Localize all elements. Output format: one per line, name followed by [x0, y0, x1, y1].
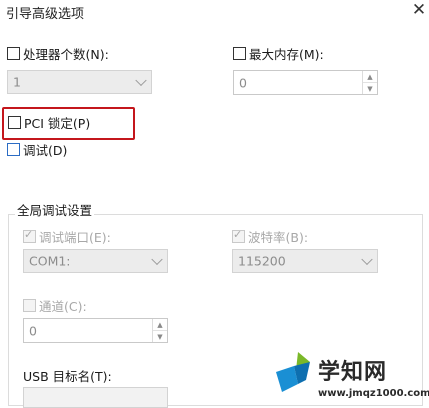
max-memory-label: 最大内存(M):: [249, 47, 324, 62]
watermark-url: www.jmqz1000.com: [318, 388, 429, 399]
processor-count-value: 1: [13, 74, 21, 90]
processor-count-label: 处理器个数(N):: [23, 47, 109, 62]
baud-rate-checkbox[interactable]: [232, 228, 245, 243]
global-debug-group-label: 全局调试设置: [15, 200, 95, 219]
baud-rate-select[interactable]: 115200: [232, 249, 378, 273]
debug-port-checkbox[interactable]: [23, 228, 36, 243]
stepper-down-icon[interactable]: ▼: [153, 329, 167, 343]
pci-lock-checkbox[interactable]: [8, 116, 21, 129]
window-title: 引导高级选项: [6, 7, 85, 22]
chevron-down-icon: [361, 253, 373, 266]
channel-value: 0: [29, 323, 37, 338]
watermark-leaf-icon: [276, 352, 310, 392]
processor-count-checkbox[interactable]: [7, 47, 20, 60]
close-icon[interactable]: ✕: [410, 1, 428, 19]
baud-rate-label: 波特率(B):: [248, 230, 309, 245]
debug-port-value: COM1:: [29, 253, 71, 269]
debug-label: 调试(D): [23, 143, 68, 158]
chevron-down-icon: [151, 253, 163, 266]
max-memory-stepper[interactable]: 0 ▲ ▼: [233, 70, 378, 95]
baud-rate-value: 115200: [238, 253, 286, 269]
chevron-down-icon: [135, 74, 147, 87]
debug-checkbox[interactable]: [7, 143, 20, 156]
watermark-logo: 学知网 www.jmqz1000.com: [272, 348, 429, 408]
debug-port-label: 调试端口(E):: [39, 230, 111, 245]
processor-count-select[interactable]: 1: [7, 70, 152, 94]
max-memory-value: 0: [239, 75, 247, 90]
usb-target-label: USB 目标名(T):: [23, 369, 112, 384]
usb-target-input[interactable]: [23, 387, 168, 408]
stepper-down-icon[interactable]: ▼: [363, 81, 377, 95]
max-memory-checkbox[interactable]: [233, 47, 246, 60]
channel-checkbox[interactable]: [23, 299, 36, 312]
watermark-brand: 学知网: [318, 360, 388, 385]
channel-label: 通道(C):: [39, 299, 87, 314]
debug-port-select[interactable]: COM1:: [23, 249, 168, 273]
channel-stepper[interactable]: 0 ▲ ▼: [23, 318, 168, 343]
pci-lock-label: PCI 锁定(P): [24, 116, 91, 131]
